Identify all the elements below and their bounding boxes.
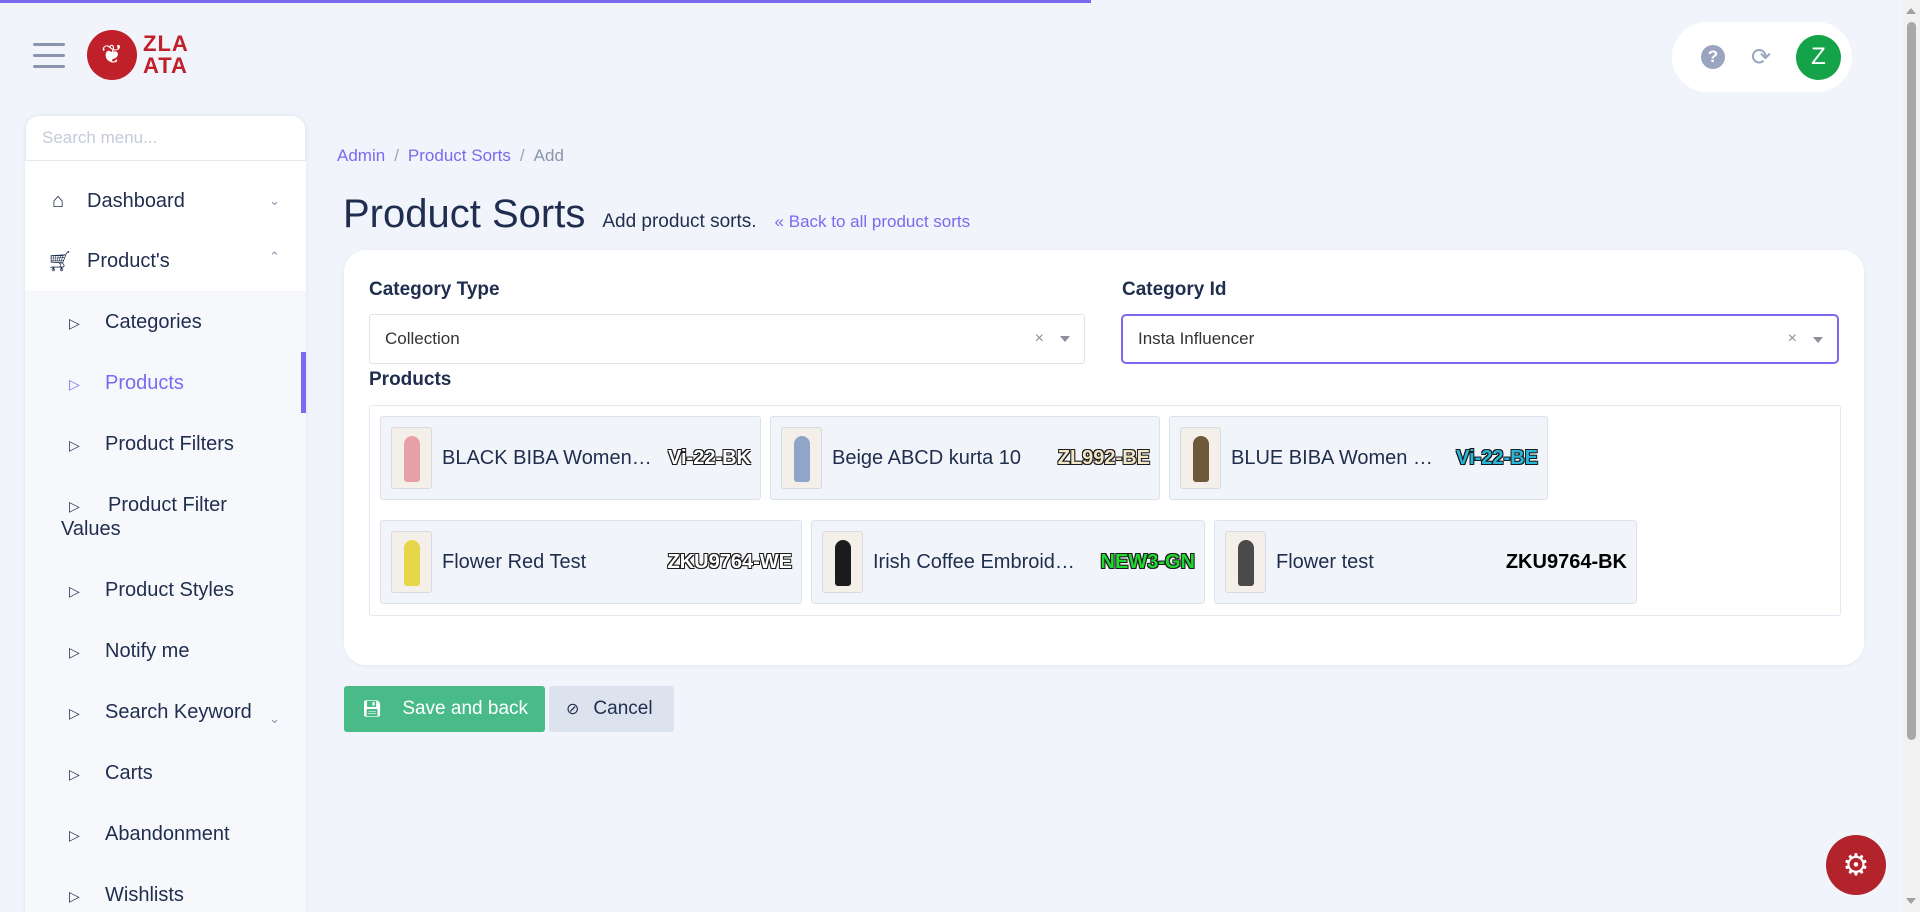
- sidebar-item-product-styles[interactable]: ▷ Product Styles: [25, 559, 306, 620]
- header-actions: ? ⟳ Z: [1672, 22, 1852, 92]
- category-id-value: Insta Influencer: [1138, 329, 1255, 348]
- product-name: Irish Coffee Embroid…: [873, 550, 1075, 573]
- sidebar-item-product-filters[interactable]: ▷ Product Filters: [25, 413, 306, 474]
- sidebar-search-input[interactable]: [25, 115, 306, 161]
- home-icon: ⌂: [51, 189, 65, 212]
- caret-right-icon: ▷: [69, 705, 80, 721]
- product-chip[interactable]: Irish Coffee Embroid… NEW3-GN: [811, 520, 1205, 604]
- product-sku: ZKU9764-BK: [1505, 550, 1627, 573]
- logo-emblem-icon: ❦: [87, 30, 137, 80]
- sidebar: ⌂ Dashboard ⌄ 🛒︎ Product's ⌃ ▷ Categorie…: [25, 115, 306, 912]
- breadcrumb-separator: /: [394, 146, 399, 165]
- product-name: BLACK BIBA Women…: [442, 446, 652, 469]
- scroll-up-arrow-icon[interactable]: [1906, 8, 1916, 14]
- category-type-label: Category Type: [369, 279, 500, 300]
- product-chip[interactable]: Flower test ZKU9764-BK: [1214, 520, 1637, 604]
- product-thumbnail: [1180, 427, 1221, 489]
- save-and-back-button[interactable]: 💾︎ Save and back: [344, 686, 545, 732]
- sidebar-item-categories[interactable]: ▷ Categories: [25, 291, 306, 352]
- brand-logo[interactable]: ❦ ZLA ATA: [87, 30, 189, 80]
- breadcrumb-current: Add: [533, 146, 564, 165]
- sidebar-item-label: Product's: [87, 249, 170, 272]
- breadcrumb-product-sorts[interactable]: Product Sorts: [408, 146, 511, 166]
- caret-down-icon[interactable]: [1813, 337, 1823, 343]
- product-sku: ZKU9764-WE: [667, 550, 792, 573]
- cancel-button[interactable]: ⊘ Cancel: [549, 686, 674, 732]
- product-thumbnail: [781, 427, 822, 489]
- chevron-up-icon: ⌃: [269, 249, 280, 264]
- product-sku: ZL992-BE: [1057, 446, 1150, 469]
- refresh-icon[interactable]: ⟳: [1748, 44, 1774, 71]
- product-name: Beige ABCD kurta 10: [832, 446, 1021, 469]
- chevron-down-icon: ⌄: [269, 711, 280, 726]
- clear-icon[interactable]: ×: [1788, 330, 1797, 348]
- cart-icon: 🛒︎: [47, 250, 73, 273]
- breadcrumb-separator: /: [519, 146, 525, 165]
- back-to-list-link[interactable]: « Back to all product sorts: [775, 212, 971, 232]
- sidebar-item-notify-me[interactable]: ▷ Notify me: [25, 620, 306, 681]
- sidebar-item-products-section[interactable]: 🛒︎ Product's ⌃: [25, 231, 306, 291]
- category-type-value: Collection: [385, 329, 460, 348]
- caret-right-icon: ▷: [69, 888, 80, 904]
- breadcrumb: Admin / Product Sorts / Add: [337, 146, 564, 166]
- page-subtitle: Add product sorts.: [602, 211, 757, 232]
- products-sortable-list: BLACK BIBA Women… Vi-22-BK Beige ABCD ku…: [369, 405, 1841, 616]
- caret-down-icon[interactable]: [1060, 336, 1070, 342]
- product-thumbnail: [391, 427, 432, 489]
- chevron-down-icon: ⌄: [269, 193, 280, 208]
- caret-right-icon: ▷: [69, 437, 80, 453]
- double-chevron-left-icon: «: [774, 212, 784, 231]
- product-chip[interactable]: BLUE BIBA Women … Vi-22-BE: [1169, 416, 1548, 500]
- page-title: Product Sorts: [343, 192, 586, 236]
- category-type-select[interactable]: Collection ×: [369, 314, 1085, 364]
- product-name: Flower Red Test: [442, 550, 587, 573]
- product-thumbnail: [822, 531, 863, 593]
- caret-right-icon: ▷: [69, 498, 80, 514]
- sidebar-item-products[interactable]: ▷ Products: [25, 352, 306, 413]
- breadcrumb-admin[interactable]: Admin: [337, 146, 385, 166]
- category-id-select[interactable]: Insta Influencer ×: [1121, 314, 1839, 364]
- products-label: Products: [369, 369, 452, 390]
- product-sku: NEW3-GN: [1100, 550, 1195, 573]
- sidebar-item-wishlists[interactable]: ▷ Wishlists: [25, 864, 306, 912]
- product-sku: Vi-22-BE: [1456, 446, 1538, 469]
- sidebar-item-product-filter-values[interactable]: ▷ Product Filter Values: [25, 474, 306, 559]
- caret-right-icon: ▷: [69, 583, 80, 599]
- caret-right-icon: ▷: [69, 827, 80, 843]
- hamburger-menu-icon[interactable]: [33, 43, 65, 71]
- top-header: ❦ ZLA ATA ? ⟳ Z: [0, 0, 1900, 114]
- category-id-label: Category Id: [1122, 279, 1227, 300]
- products-submenu: ▷ Categories ▷ Products ▷ Product Filter…: [25, 291, 306, 912]
- sidebar-item-abandonment[interactable]: ▷ Abandonment: [25, 803, 306, 864]
- page-heading: Product Sorts Add product sorts. « Back …: [343, 192, 970, 237]
- sidebar-item-search-keyword[interactable]: ▷ Search Keyword ⌄: [25, 681, 306, 742]
- caret-right-icon: ▷: [69, 766, 80, 782]
- floppy-disk-icon: 💾︎: [362, 701, 383, 718]
- sidebar-item-dashboard[interactable]: ⌂ Dashboard ⌄: [25, 171, 306, 231]
- sidebar-menu: ⌂ Dashboard ⌄ 🛒︎ Product's ⌃ ▷ Categorie…: [25, 171, 306, 912]
- caret-right-icon: ▷: [69, 315, 80, 331]
- product-name: Flower test: [1276, 550, 1374, 573]
- caret-right-icon: ▷: [69, 644, 80, 660]
- product-chip[interactable]: Flower Red Test ZKU9764-WE: [380, 520, 802, 604]
- product-sku: Vi-22-BK: [668, 446, 751, 469]
- caret-right-icon: ▷: [69, 376, 80, 392]
- page-scrollbar[interactable]: [1903, 0, 1920, 912]
- user-avatar[interactable]: Z: [1796, 34, 1841, 80]
- product-thumbnail: [1225, 531, 1266, 593]
- clear-icon[interactable]: ×: [1035, 330, 1044, 348]
- help-icon[interactable]: ?: [1700, 44, 1726, 70]
- product-name: BLUE BIBA Women …: [1231, 446, 1433, 469]
- product-chip[interactable]: Beige ABCD kurta 10 ZL992-BE: [770, 416, 1160, 500]
- scroll-down-arrow-icon[interactable]: [1906, 898, 1916, 904]
- scrollbar-thumb[interactable]: [1907, 22, 1916, 740]
- product-chip[interactable]: BLACK BIBA Women… Vi-22-BK: [380, 416, 761, 500]
- logo-text: ZLA ATA: [143, 31, 189, 78]
- settings-gear-icon[interactable]: ⚙: [1826, 835, 1886, 895]
- form-card: Category Type Collection × Category Id I…: [344, 250, 1864, 665]
- product-thumbnail: [391, 531, 432, 593]
- ban-icon: ⊘: [566, 701, 580, 718]
- sidebar-item-carts[interactable]: ▷ Carts: [25, 742, 306, 803]
- sidebar-item-label: Dashboard: [87, 189, 185, 212]
